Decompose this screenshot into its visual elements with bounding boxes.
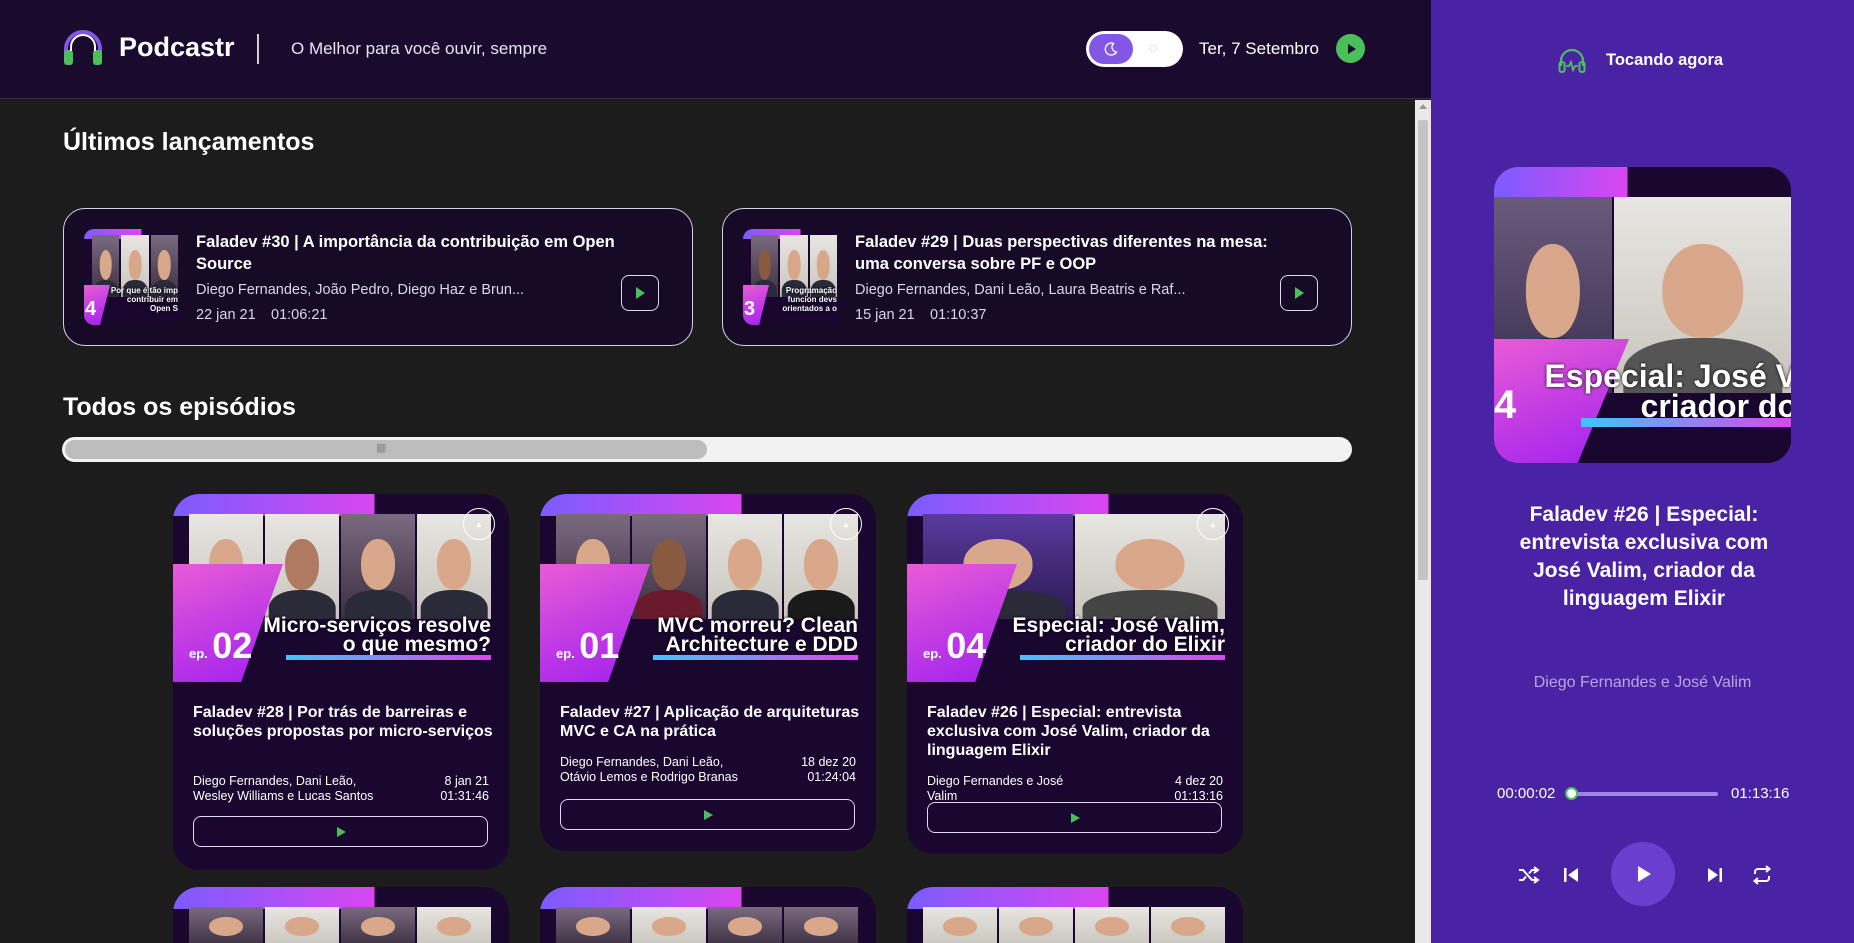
sun-icon: ☼ xyxy=(1146,39,1161,56)
grip-icon: ▦ xyxy=(376,442,387,454)
play-icon xyxy=(1638,866,1651,882)
episode-title[interactable]: Faladev #29 | Duas perspectivas diferent… xyxy=(855,231,1305,275)
repeat-icon xyxy=(1752,865,1772,885)
episode-thumbnail: ▲ ep. 02 Micro-serviços resolve o que me… xyxy=(173,494,509,682)
episode-card[interactable] xyxy=(173,887,509,943)
faladev-badge-icon: ▲ xyxy=(1197,508,1229,540)
scroll-up-arrow-icon[interactable] xyxy=(1419,104,1427,109)
faladev-badge-icon: ▲ xyxy=(463,508,495,540)
progress-slider[interactable] xyxy=(1565,787,1718,800)
thumb-episode-label: ep. 01 xyxy=(556,625,620,666)
cover-caption: Especial: José V criador do xyxy=(1544,358,1791,424)
play-episode-button[interactable] xyxy=(927,802,1222,833)
episode-thumbnail: 4 Por que é tão imp contribuir em Open S xyxy=(84,229,180,325)
play-icon xyxy=(703,809,713,820)
latest-episode-card[interactable]: 3 Programação funcion devs orientados a … xyxy=(722,208,1352,346)
headphones-logo-icon xyxy=(64,30,102,65)
tagline: O Melhor para você ouvir, sempre xyxy=(291,39,548,58)
play-icon xyxy=(1070,812,1080,823)
episode-members: Diego Fernandes e José Valim xyxy=(927,774,1064,803)
episode-thumbnail: ▲ ep. 01 MVC morreu? Clean Architecture … xyxy=(540,494,876,682)
play-episode-button[interactable] xyxy=(1280,275,1318,311)
thumb-caption: MVC morreu? Clean Architecture e DDD xyxy=(657,614,858,656)
episode-title[interactable]: Faladev #27 | Aplicação de arquiteturas … xyxy=(560,703,860,741)
vertical-scrollbar[interactable] xyxy=(1415,100,1431,943)
episode-duration: 01:10:37 xyxy=(930,307,987,323)
thumb-number: 3 xyxy=(744,298,756,320)
progress-knob[interactable] xyxy=(1565,787,1578,800)
play-icon xyxy=(336,826,346,837)
play-icon xyxy=(1347,43,1356,54)
thumb-caption: Por que é tão imp contribuir em Open S xyxy=(110,286,178,313)
player-episode-members: Diego Fernandes e José Valim xyxy=(1533,674,1752,691)
shuffle-icon xyxy=(1519,866,1540,884)
episode-thumbnail: 3 Programação funcion devs orientados a … xyxy=(743,229,839,325)
episode-date-duration: 18 dez 20 01:24:04 xyxy=(801,755,856,784)
latest-section-title: Últimos lançamentos xyxy=(63,128,315,156)
app-header: Podcastr O Melhor para você ouvir, sempr… xyxy=(0,0,1431,99)
next-icon xyxy=(1708,868,1722,882)
theme-toggle[interactable]: ☼ xyxy=(1086,31,1183,67)
header-divider xyxy=(257,34,259,64)
total-time: 01:13:16 xyxy=(1731,785,1790,802)
play-icon xyxy=(636,287,645,299)
shuffle-button[interactable] xyxy=(1515,861,1543,889)
thumb-episode-label: ep. 04 xyxy=(923,625,987,666)
faladev-badge-icon: ▲ xyxy=(830,508,862,540)
play-episode-button[interactable] xyxy=(193,816,488,847)
now-playing-headphones-icon xyxy=(1558,48,1586,73)
episode-date-duration: 4 dez 20 01:13:16 xyxy=(1174,774,1223,803)
scrollbar-thumb[interactable] xyxy=(1418,120,1428,580)
episode-members: Diego Fernandes, João Pedro, Diego Haz e… xyxy=(196,282,525,298)
latest-episode-card[interactable]: 4 Por que é tão imp contribuir em Open S… xyxy=(63,208,693,346)
play-episode-button[interactable] xyxy=(560,799,855,830)
episode-thumbnail: ▲ ep. 04 Especial: José Valim, criador d… xyxy=(907,494,1243,682)
current-date: Ter, 7 Setembro xyxy=(1199,39,1320,58)
play-pause-button[interactable] xyxy=(1611,842,1675,906)
moon-icon xyxy=(1089,34,1133,64)
thumb-caption: Programação funcion devs orientados a o xyxy=(782,286,837,313)
horizontal-scrollbar[interactable]: ▦ xyxy=(62,437,1352,462)
episode-members: Diego Fernandes, Dani Leão, Otávio Lemos… xyxy=(560,755,738,784)
episode-date-duration: 8 jan 21 01:31:46 xyxy=(440,774,489,803)
thumb-caption: Micro-serviços resolve o que mesmo? xyxy=(263,614,491,656)
play-episode-button[interactable] xyxy=(621,275,659,311)
previous-icon xyxy=(1564,868,1578,882)
episode-card[interactable] xyxy=(907,887,1243,943)
episode-card[interactable]: ▲ ep. 02 Micro-serviços resolve o que me… xyxy=(173,494,509,870)
play-icon xyxy=(1295,287,1304,299)
previous-button[interactable] xyxy=(1557,861,1585,889)
episode-members: Diego Fernandes, Dani Leão, Wesley Willi… xyxy=(193,774,374,803)
episode-title[interactable]: Faladev #26 | Especial: entrevista exclu… xyxy=(927,703,1227,760)
now-playing-label: Tocando agora xyxy=(1606,51,1724,69)
episode-card[interactable]: ▲ ep. 01 MVC morreu? Clean Architecture … xyxy=(540,494,876,851)
repeat-button[interactable] xyxy=(1748,861,1776,889)
episode-date: 22 jan 21 xyxy=(196,307,256,323)
current-time: 00:00:02 xyxy=(1497,785,1556,802)
thumb-number: 4 xyxy=(85,298,97,320)
all-episodes-section-title: Todos os episódios xyxy=(63,393,296,421)
header-play-button[interactable] xyxy=(1336,34,1365,63)
next-button[interactable] xyxy=(1701,861,1729,889)
episode-date: 15 jan 21 xyxy=(855,307,915,323)
player-cover-art: 4 Especial: José V criador do xyxy=(1494,167,1791,463)
episode-title[interactable]: Faladev #30 | A importância da contribui… xyxy=(196,231,646,275)
thumb-caption: Especial: José Valim, criador do Elixir xyxy=(1012,614,1225,656)
player-episode-title: Faladev #26 | Especial: entrevista exclu… xyxy=(1519,503,1769,610)
episode-members: Diego Fernandes, Dani Leão, Laura Beatri… xyxy=(855,282,1186,298)
episode-title[interactable]: Faladev #28 | Por trás de barreiras e so… xyxy=(193,703,493,741)
thumb-episode-label: ep. 02 xyxy=(189,625,253,666)
app-name: Podcastr xyxy=(119,32,235,62)
episode-card[interactable]: ▲ ep. 04 Especial: José Valim, criador d… xyxy=(907,494,1243,854)
episode-card[interactable] xyxy=(540,887,876,943)
player-panel: Tocando agora 4 Especial: José V criador… xyxy=(1431,0,1854,943)
cover-number: 4 xyxy=(1494,383,1517,427)
episode-duration: 01:06:21 xyxy=(271,307,328,323)
